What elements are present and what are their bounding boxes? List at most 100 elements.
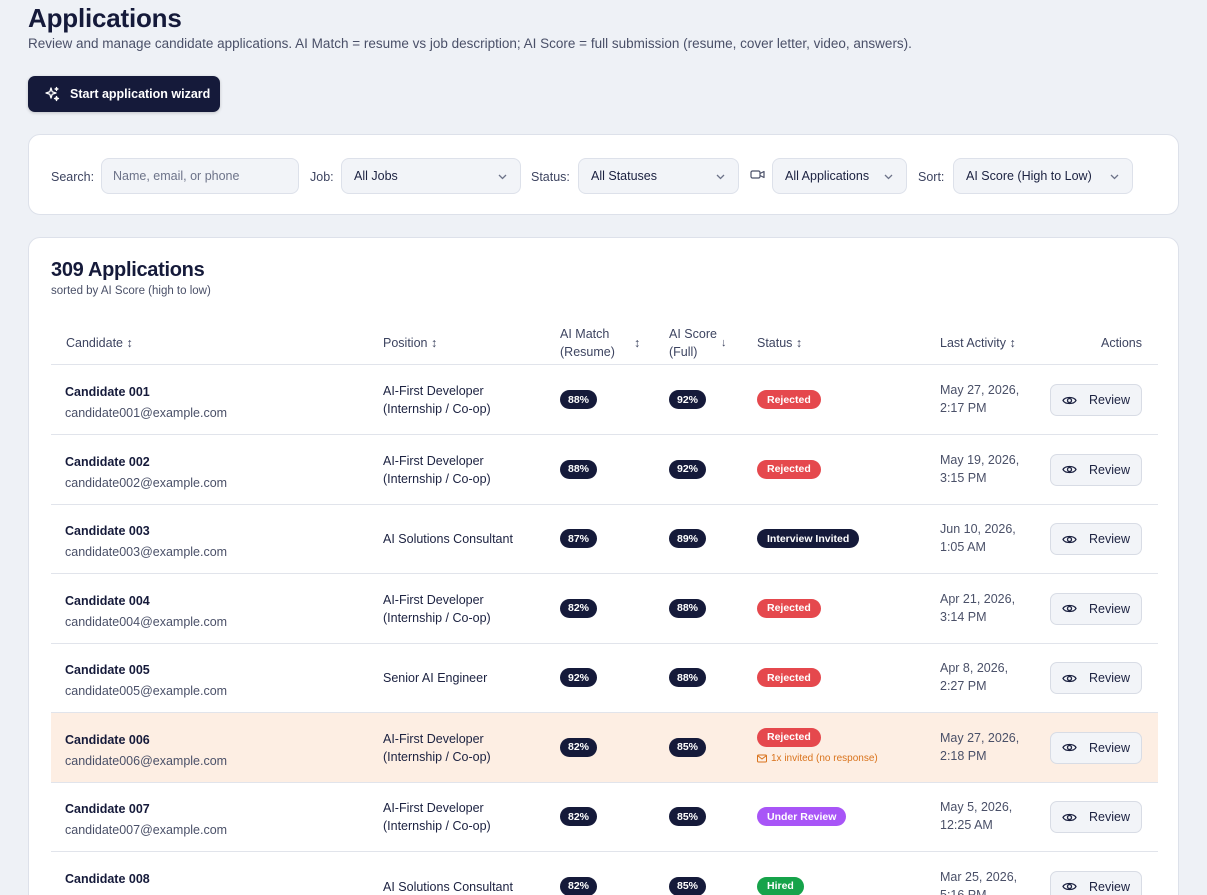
last-activity-time: 2:17 PM (940, 401, 987, 415)
candidate-email: candidate007@example.com (65, 823, 228, 837)
search-label: Search: (51, 170, 95, 184)
candidate-name: Candidate 001 (65, 385, 150, 399)
chevron-down-icon (1110, 174, 1119, 180)
invite-note: 1x invited (no response) (757, 753, 878, 764)
position-line1: AI-First Developer (383, 592, 484, 607)
ai-match-badge: 87% (560, 529, 598, 548)
review-button-label: Review (1089, 740, 1130, 755)
column-header-ai-match[interactable]: AI Match (Resume) (560, 325, 615, 361)
last-activity-date: May 27, 2026, (940, 730, 1020, 745)
position-line1: Senior AI Engineer (383, 671, 488, 685)
column-header-status[interactable]: Status ↕ (757, 334, 802, 352)
position-line2: (Internship / Co-op) (383, 819, 491, 833)
applications-count: 309 Applications (51, 259, 205, 281)
status-badge: Rejected (757, 668, 821, 687)
column-header-last-activity[interactable]: Last Activity ↕ (940, 334, 1016, 352)
review-button[interactable]: Review (1050, 384, 1142, 416)
status-select[interactable]: All Statuses (578, 158, 739, 194)
last-activity: Jun 10, 2026, 1:05 AM (940, 520, 1016, 556)
position-line1: AI Solutions Consultant (383, 879, 513, 894)
review-button[interactable]: Review (1050, 662, 1142, 694)
chevron-down-icon (884, 174, 893, 180)
sort-select-value: AI Score (High to Low) (966, 169, 1092, 183)
last-activity: May 5, 2026, 12:25 AM (940, 798, 1012, 834)
applications-list-card: 309 Applications sorted by AI Score (hig… (28, 237, 1179, 895)
column-header-actions: Actions (1101, 336, 1142, 350)
last-activity-date: May 27, 2026, (940, 383, 1020, 397)
last-activity-date: Apr 21, 2026, (940, 591, 1016, 606)
last-activity-time: 3:14 PM (940, 609, 987, 624)
review-button-label: Review (1089, 393, 1130, 407)
invite-note-text: 1x invited (no response) (771, 752, 878, 764)
filter-bar: Search: Job: All Jobs Status: All Status… (28, 134, 1179, 215)
last-activity: May 19, 2026, 3:15 PM (940, 451, 1019, 487)
candidate-name: Candidate 008 (65, 871, 150, 886)
status-select-value: All Statuses (591, 169, 658, 183)
table-row[interactable]: Candidate 003 candidate003@example.com AI … (51, 504, 1158, 574)
review-button[interactable]: Review (1050, 592, 1142, 625)
review-button[interactable]: Review (1050, 870, 1142, 895)
ai-score-sort-icon[interactable]: ↓ (721, 334, 727, 352)
ai-match-header-line2: (Resume) (560, 345, 615, 359)
position-cell: AI-First Developer (Internship / Co-op) (383, 382, 543, 418)
position-line2: (Internship / Co-op) (383, 471, 491, 486)
wizard-button-label: Start application wizard (70, 87, 211, 101)
sort-select[interactable]: AI Score (High to Low) (953, 158, 1133, 194)
eye-icon (1062, 813, 1077, 821)
sparkles-icon (45, 86, 60, 102)
page-title: Applications (28, 3, 182, 33)
eye-icon (1062, 743, 1077, 752)
table-row[interactable]: Candidate 004 candidate004@example.com AI-… (51, 574, 1158, 644)
candidate-name: Candidate 003 (65, 524, 150, 538)
start-application-wizard-button[interactable]: Start application wizard (28, 76, 220, 112)
ai-score-header-line1: AI Score (669, 327, 717, 341)
candidate-name: Candidate 005 (65, 663, 150, 677)
candidate-name: Candidate 007 (65, 802, 150, 816)
ai-match-header-line1: AI Match (560, 327, 610, 341)
job-select-value: All Jobs (354, 169, 398, 183)
position-line2: (Internship / Co-op) (383, 610, 491, 625)
position-cell: AI-First Developer (Internship / Co-op) (383, 799, 543, 835)
job-select[interactable]: All Jobs (341, 158, 521, 194)
review-button[interactable]: Review (1050, 523, 1142, 555)
ai-score-badge: 92% (669, 390, 707, 409)
table-row[interactable]: Candidate 006 candidate006@example.com AI-… (51, 712, 1158, 783)
position-cell: Senior AI Engineer (383, 669, 543, 687)
ai-match-badge: 88% (560, 459, 598, 479)
table-row[interactable]: Candidate 005 candidate005@example.com Sen… (51, 643, 1158, 713)
position-line1: AI-First Developer (383, 453, 484, 468)
column-header-ai-score[interactable]: AI Score (Full) (669, 325, 717, 361)
table-row[interactable]: Candidate 002 candidate002@example.com AI-… (51, 435, 1158, 505)
column-header-candidate[interactable]: Candidate ↕ (66, 334, 133, 352)
candidate-email: candidate001@example.com (65, 406, 228, 420)
ai-match-sort-icon[interactable]: ↕ (634, 334, 640, 352)
review-button-label: Review (1089, 601, 1130, 616)
candidate-name: Candidate 006 (65, 732, 150, 747)
last-activity-date: Apr 8, 2026, (940, 661, 1009, 675)
last-activity: May 27, 2026, 2:17 PM (940, 381, 1019, 417)
candidate-email: candidate005@example.com (65, 684, 228, 698)
last-activity: Apr 8, 2026, 2:27 PM (940, 659, 1008, 695)
position-line1: AI-First Developer (383, 801, 484, 815)
eye-icon (1062, 604, 1077, 613)
review-button[interactable]: Review (1050, 731, 1142, 764)
review-button[interactable]: Review (1050, 801, 1142, 833)
last-activity-time: 12:25 AM (940, 818, 993, 832)
status-label: Status: (531, 170, 570, 184)
status-badge: Rejected (757, 727, 821, 747)
video-filter-select[interactable]: All Applications (772, 158, 907, 194)
video-filter-value: All Applications (785, 169, 870, 183)
search-input[interactable] (101, 158, 299, 194)
ai-match-badge: 88% (560, 390, 598, 409)
table-row[interactable]: Candidate 008 AI Solutions Consultant 82% 8… (51, 852, 1158, 895)
last-activity-time: 1:05 AM (940, 540, 986, 554)
review-button-label: Review (1089, 810, 1130, 824)
page-subtitle: Review and manage candidate applications… (28, 36, 912, 51)
table-row[interactable]: Candidate 001 candidate001@example.com AI-… (51, 365, 1158, 435)
ai-score-badge: 92% (669, 459, 707, 479)
review-button[interactable]: Review (1050, 453, 1142, 486)
column-header-position[interactable]: Position ↕ (383, 334, 437, 352)
ai-score-badge: 85% (669, 807, 707, 826)
table-row[interactable]: Candidate 007 candidate007@example.com AI-… (51, 782, 1158, 852)
last-activity-time: 3:15 PM (940, 470, 987, 485)
